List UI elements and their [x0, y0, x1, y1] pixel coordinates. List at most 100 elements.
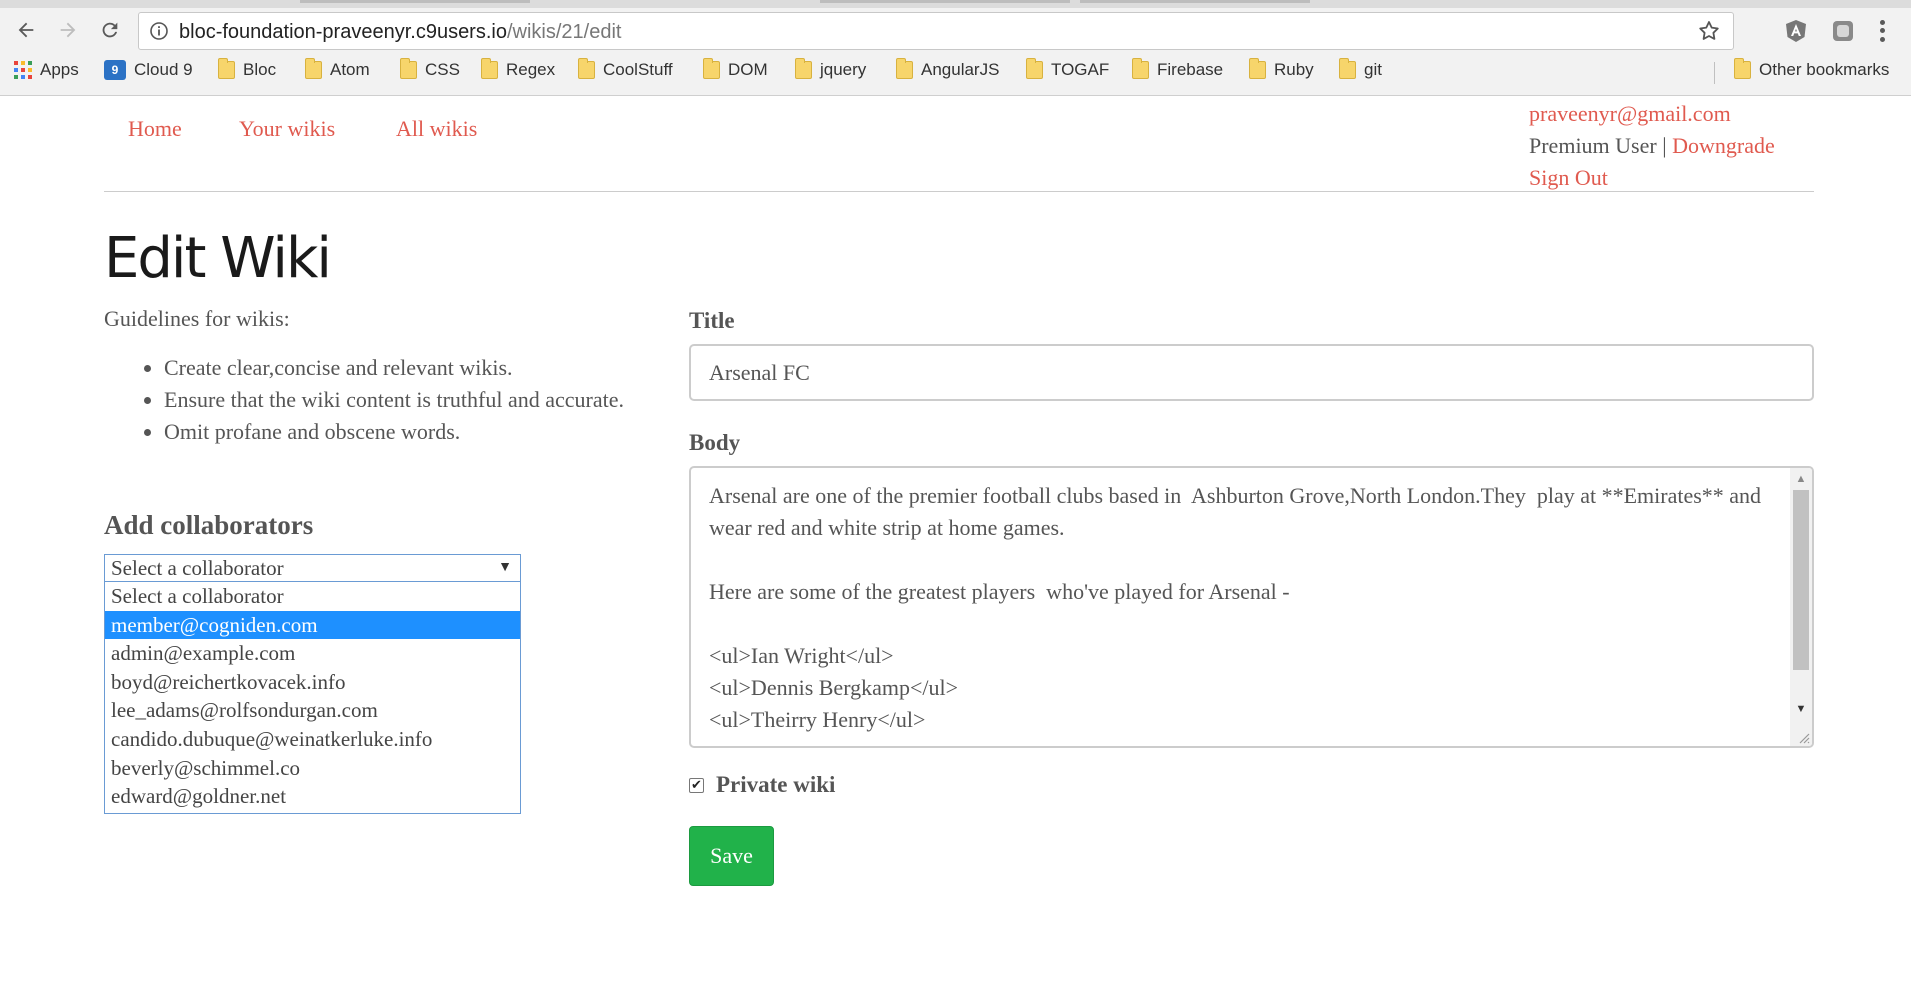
folder-icon — [218, 58, 235, 79]
bookmark-label: Regex — [506, 60, 556, 79]
bookmark-label: Bloc — [243, 60, 277, 79]
collaborator-option[interactable]: edward@goldner.net — [105, 782, 520, 811]
tab-edge[interactable] — [1080, 0, 1310, 3]
bookmark-cloud9[interactable]: 9 Cloud 9 — [104, 60, 193, 80]
cloud9-icon: 9 — [104, 60, 126, 80]
bookmark-label: AngularJS — [921, 60, 1000, 79]
star-icon[interactable] — [1697, 19, 1721, 43]
collaborator-options-list: Select a collaborator member@cogniden.co… — [104, 582, 521, 814]
folder-icon — [305, 58, 322, 79]
site-nav: Home Your wikis All wikis praveenyr@gmai… — [104, 96, 1814, 192]
nav-all-wikis[interactable]: All wikis — [396, 116, 477, 142]
extension-icon[interactable] — [1783, 18, 1809, 44]
folder-icon — [896, 58, 913, 79]
collaborator-option[interactable]: candido.dubuque@weinatkerluke.info — [105, 725, 520, 754]
tab-strip — [0, 0, 1911, 8]
info-icon[interactable] — [149, 21, 169, 41]
guideline-item: Create clear,concise and relevant wikis. — [164, 352, 634, 384]
body-label: Body — [689, 430, 741, 455]
folder-icon — [1339, 58, 1356, 79]
collaborator-option[interactable]: lee_adams@rolfsondurgan.com — [105, 696, 520, 725]
apps-icon — [14, 61, 32, 79]
user-email[interactable]: praveenyr@gmail.com — [1529, 98, 1775, 130]
nav-your-wikis[interactable]: Your wikis — [239, 116, 335, 142]
bookmark-label: Apps — [40, 60, 79, 79]
bookmark-apps[interactable]: Apps — [14, 60, 79, 80]
bookmark-label: TOGAF — [1051, 60, 1110, 79]
bookmark-label: git — [1364, 60, 1382, 79]
bookmark-label: Firebase — [1157, 60, 1224, 79]
bookmark-jquery[interactable]: jquery — [795, 58, 867, 80]
bookmark-coolstuff[interactable]: CoolStuff — [578, 58, 673, 80]
scroll-down-arrow-icon[interactable]: ▼ — [1790, 700, 1812, 718]
bookmark-dom[interactable]: DOM — [703, 58, 768, 80]
bookmark-label: Ruby — [1274, 60, 1314, 79]
tab-edge[interactable] — [820, 0, 1070, 3]
bookmark-separator — [1714, 62, 1715, 84]
body-text: Arsenal are one of the premier football … — [709, 483, 1762, 732]
dropdown-arrow-icon: ▼ — [498, 560, 512, 575]
menu-icon[interactable] — [1872, 18, 1892, 44]
nav-home[interactable]: Home — [128, 116, 182, 142]
bookmark-label: CSS — [425, 60, 460, 79]
extension-icon[interactable] — [1830, 18, 1856, 44]
bookmark-git[interactable]: git — [1339, 58, 1382, 80]
bookmark-css[interactable]: CSS — [400, 58, 460, 80]
bookmark-label: Other bookmarks — [1759, 60, 1890, 79]
bookmark-other[interactable]: Other bookmarks — [1734, 58, 1890, 80]
bookmark-togaf[interactable]: TOGAF — [1026, 58, 1110, 80]
folder-icon — [795, 58, 812, 79]
body-scrollbar[interactable]: ▲ ▼ — [1790, 468, 1812, 746]
collaborator-option[interactable]: member@cogniden.com — [105, 610, 520, 640]
address-bar[interactable]: bloc-foundation-praveenyr.c9users.io/wik… — [138, 12, 1734, 50]
bookmarks-bar: Apps 9 Cloud 9 Bloc Atom CSS Regex CoolS… — [0, 58, 1911, 88]
private-row: ✔ Private wiki — [689, 772, 835, 798]
private-checkbox[interactable]: ✔ — [689, 777, 704, 793]
folder-icon — [400, 58, 417, 79]
collaborator-option[interactable]: boyd@reichertkovacek.info — [105, 668, 520, 697]
tab-edge[interactable] — [300, 0, 530, 3]
downgrade-link[interactable]: Downgrade — [1672, 133, 1775, 158]
collaborator-select[interactable]: Select a collaborator ▼ — [104, 554, 521, 582]
bookmark-regex[interactable]: Regex — [481, 58, 556, 80]
forward-button[interactable] — [52, 14, 84, 46]
bookmark-label: Cloud 9 — [134, 60, 193, 79]
forward-arrow-icon — [60, 22, 76, 38]
resize-grip-icon[interactable] — [1796, 730, 1810, 744]
bookmark-ruby[interactable]: Ruby — [1249, 58, 1314, 80]
bookmark-angularjs[interactable]: AngularJS — [896, 58, 1000, 80]
body-textarea[interactable]: Arsenal are one of the premier football … — [689, 466, 1814, 748]
collaborator-option[interactable]: admin@example.com — [105, 639, 520, 668]
guideline-item: Omit profane and obscene words. — [164, 416, 634, 448]
save-button[interactable]: Save — [689, 826, 774, 886]
title-input[interactable]: Arsenal FC — [689, 344, 1814, 401]
bookmark-label: CoolStuff — [603, 60, 673, 79]
bookmark-label: jquery — [820, 60, 867, 79]
bookmark-label: DOM — [728, 60, 768, 79]
url-host: bloc-foundation-praveenyr.c9users.io — [179, 21, 507, 43]
collaborator-option[interactable]: Select a collaborator — [105, 582, 520, 611]
private-label: Private wiki — [716, 772, 836, 797]
collaborators-title: Add collaborators — [104, 510, 314, 540]
scroll-thumb[interactable] — [1793, 490, 1809, 670]
bookmark-atom[interactable]: Atom — [305, 58, 370, 80]
url-text: bloc-foundation-praveenyr.c9users.io/wik… — [179, 21, 621, 44]
bookmark-label: Atom — [330, 60, 370, 79]
reload-button[interactable] — [94, 14, 126, 46]
bookmark-bloc[interactable]: Bloc — [218, 58, 277, 80]
scroll-up-arrow-icon[interactable]: ▲ — [1790, 470, 1812, 488]
reload-icon — [102, 22, 118, 38]
user-menu: praveenyr@gmail.com Premium User | Downg… — [1529, 98, 1775, 194]
checkmark-icon: ✔ — [691, 777, 702, 793]
page-content: Home Your wikis All wikis praveenyr@gmai… — [0, 96, 1911, 986]
folder-icon — [1734, 58, 1751, 79]
back-button[interactable] — [10, 14, 42, 46]
bookmark-firebase[interactable]: Firebase — [1132, 58, 1224, 80]
collaborator-option[interactable]: beverly@schimmel.co — [105, 754, 520, 783]
guideline-item: Ensure that the wiki content is truthful… — [164, 384, 634, 416]
user-role: Premium User — [1529, 133, 1657, 158]
folder-icon — [1132, 58, 1149, 79]
title-label: Title — [689, 308, 735, 333]
page-title: Edit Wiki — [104, 226, 332, 291]
sign-out-link[interactable]: Sign Out — [1529, 162, 1775, 194]
